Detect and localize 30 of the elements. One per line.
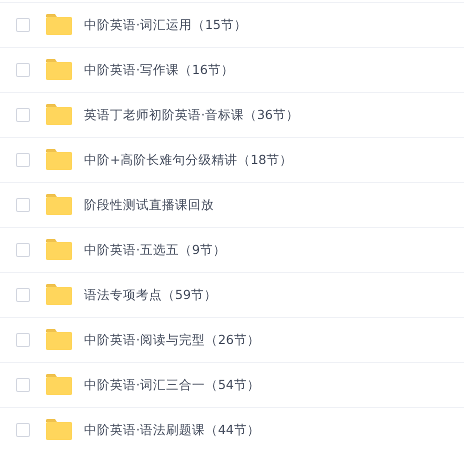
- folder-name[interactable]: 中阶英语·五选五（9节）: [84, 242, 226, 258]
- folder-icon: [46, 148, 72, 170]
- folder-name[interactable]: 英语丁老师初阶英语·音标课（36节）: [84, 106, 299, 124]
- folder-icon: [46, 374, 72, 394]
- checkbox[interactable]: [16, 198, 30, 212]
- folder-name[interactable]: 中阶英语·语法刷题课（44节）: [84, 422, 260, 438]
- folder-icon: [46, 418, 72, 440]
- checkbox[interactable]: [16, 243, 30, 257]
- checkbox[interactable]: [16, 423, 30, 437]
- folder-icon: [46, 58, 72, 80]
- folder-name[interactable]: 中阶英语·写作课（16节）: [84, 62, 234, 78]
- folder-name[interactable]: 中阶英语·词汇运用（15节）: [84, 16, 247, 34]
- folder-name[interactable]: 语法专项考点（59节）: [84, 286, 217, 304]
- folder-icon: [46, 328, 72, 350]
- checkbox[interactable]: [16, 63, 30, 77]
- checkbox[interactable]: [16, 108, 30, 122]
- checkbox[interactable]: [16, 153, 30, 167]
- checkbox[interactable]: [16, 288, 30, 302]
- folder-icon: [46, 194, 72, 214]
- folder-name[interactable]: 阶段性测试直播课回放: [84, 196, 214, 214]
- folder-icon: [46, 238, 72, 260]
- checkbox[interactable]: [16, 378, 30, 392]
- checkbox[interactable]: [16, 333, 30, 347]
- folder-icon: [46, 284, 72, 304]
- folder-icon: [46, 104, 72, 124]
- checkbox[interactable]: [16, 18, 30, 32]
- folder-icon: [46, 14, 72, 34]
- folder-name[interactable]: 中阶+高阶长难句分级精讲（18节）: [84, 152, 292, 168]
- folder-name[interactable]: 中阶英语·阅读与完型（26节）: [84, 332, 260, 348]
- folder-name[interactable]: 中阶英语·词汇三合一（54节）: [84, 376, 260, 394]
